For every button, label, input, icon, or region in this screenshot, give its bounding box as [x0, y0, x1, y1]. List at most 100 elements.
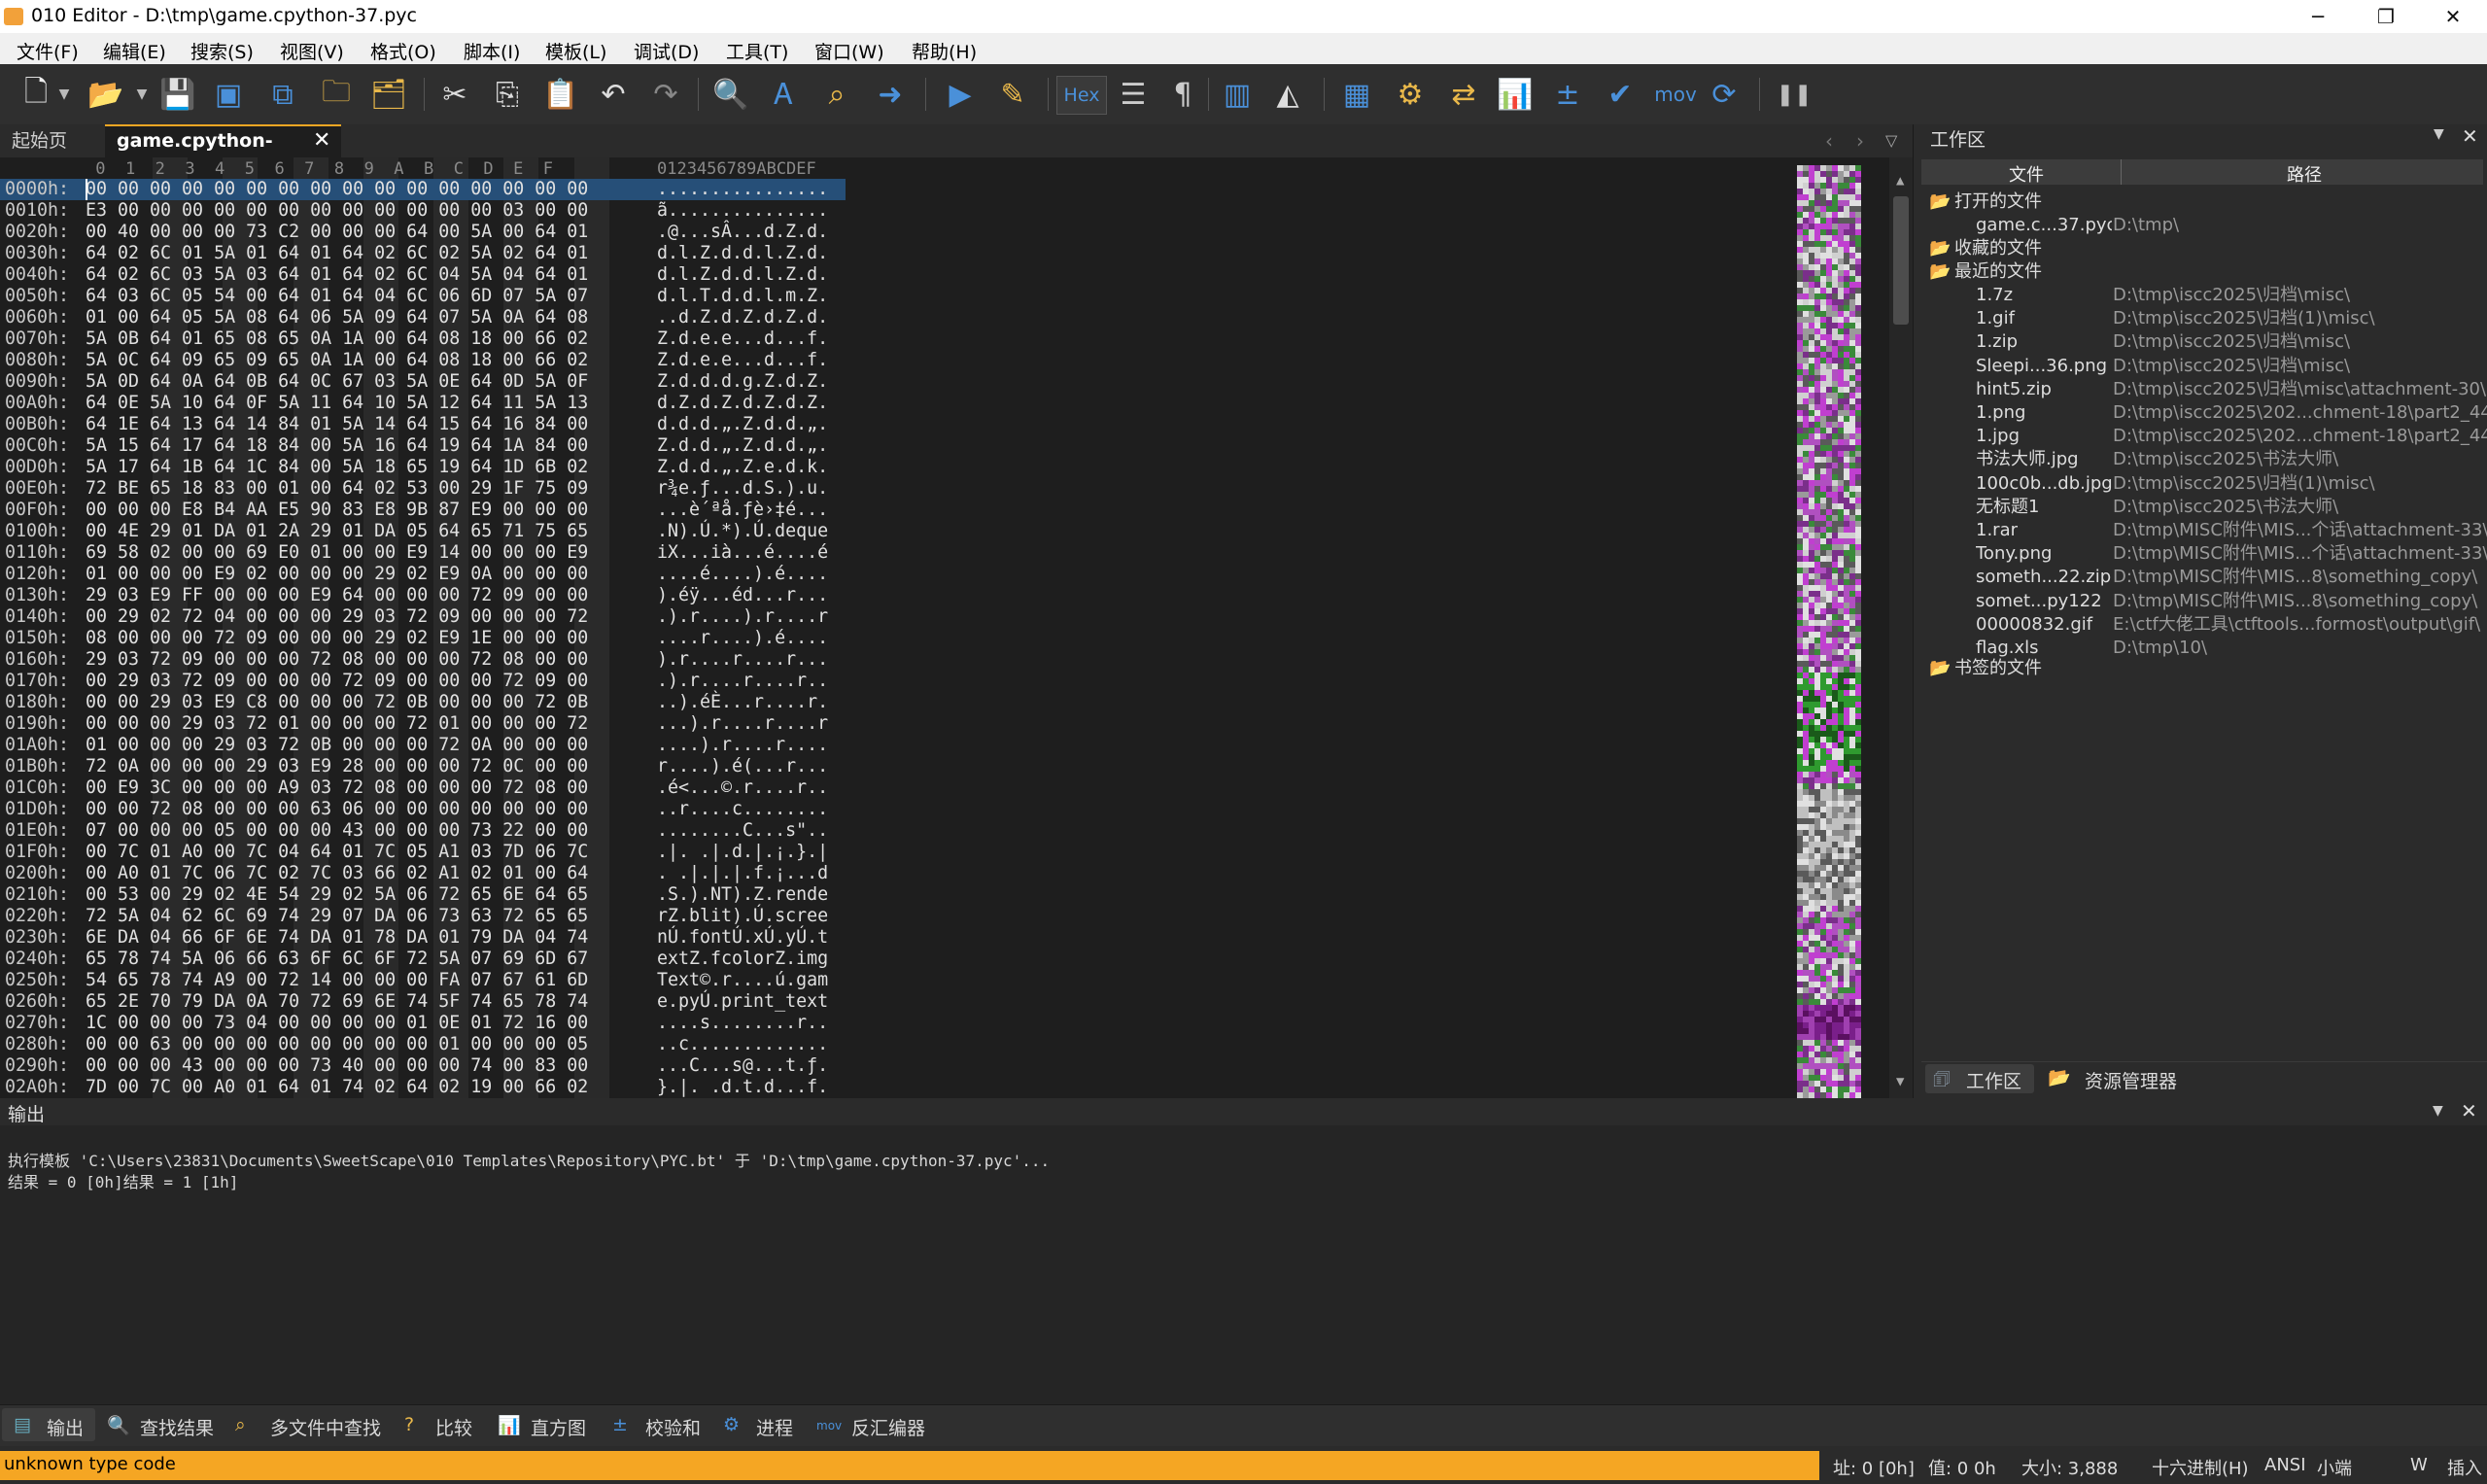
menu-help[interactable]: 帮助(H): [912, 38, 977, 64]
row-hex-bytes[interactable]: 00 4E 29 01 DA 01 2A 29 01 DA 05 64 65 7…: [86, 521, 588, 542]
hex-row[interactable]: 0270h: 1C 00 00 00 73 04 00 00 00 00 01 0…: [0, 1013, 875, 1034]
tab-game-pyc[interactable]: game.cpython-37.pyc ✕: [105, 124, 341, 185]
row-ascii[interactable]: ã...............: [657, 200, 828, 222]
row-ascii[interactable]: ....r....).é....: [657, 628, 828, 649]
row-ascii[interactable]: d.l.Z.d.d.l.Z.d.: [657, 264, 828, 286]
goto-icon[interactable]: ➜: [872, 76, 909, 113]
row-hex-bytes[interactable]: E3 00 00 00 00 00 00 00 00 00 00 00 00 0…: [86, 200, 588, 222]
tab-list-icon[interactable]: ▽: [1885, 124, 1897, 157]
row-hex-bytes[interactable]: 1C 00 00 00 73 04 00 00 00 00 01 0E 01 7…: [86, 1013, 588, 1034]
row-ascii[interactable]: .é<...©.r....r..: [657, 777, 828, 799]
scroll-up-icon[interactable]: ▲: [1896, 173, 1904, 189]
hex-row[interactable]: 0220h: 72 5A 04 62 6C 69 74 29 07 DA 06 7…: [0, 906, 875, 927]
row-ascii[interactable]: Z.d.d.„.Z.e.d.k.: [657, 457, 828, 478]
row-ascii[interactable]: .N).Ú.*).Ú.deque: [657, 521, 828, 542]
hex-row[interactable]: 0150h: 08 00 00 00 72 09 00 00 00 29 02 E…: [0, 628, 875, 649]
hex-row[interactable]: 01C0h: 00 E9 3C 00 00 00 A9 03 72 08 00 0…: [0, 777, 875, 799]
row-ascii[interactable]: . .|.|.|.f.¡...d: [657, 863, 828, 884]
new-file-icon[interactable]: 🗋: [17, 75, 54, 113]
open-file-icon[interactable]: 📂: [87, 76, 124, 113]
row-hex-bytes[interactable]: 72 BE 65 18 83 00 01 00 64 02 53 00 29 1…: [86, 478, 588, 500]
replace-icon[interactable]: Ꭺ: [766, 76, 803, 113]
recent-file-item[interactable]: 1.rar: [1976, 519, 2112, 542]
group-favorites[interactable]: 收藏的文件: [1954, 237, 2042, 260]
row-hex-bytes[interactable]: 01 00 00 00 29 03 72 0B 00 00 00 72 0A 0…: [86, 735, 588, 756]
hex-row[interactable]: 0050h: 64 03 6C 05 54 00 64 01 64 04 6C 0…: [0, 286, 875, 307]
row-ascii[interactable]: ........C...s"..: [657, 820, 828, 842]
paste-icon[interactable]: 📋: [542, 76, 579, 113]
row-ascii[interactable]: ).r....r....r...: [657, 649, 828, 671]
recent-file-item[interactable]: 1.jpg: [1976, 425, 2112, 448]
hex-row[interactable]: 0160h: 29 03 72 09 00 00 00 72 08 00 00 0…: [0, 649, 875, 671]
hex-row[interactable]: 01D0h: 00 00 72 08 00 00 00 63 06 00 00 0…: [0, 799, 875, 820]
row-ascii[interactable]: d.l.Z.d.d.l.Z.d.: [657, 243, 828, 264]
recent-file-item[interactable]: 1.gif: [1976, 307, 2112, 330]
group-bookmarks[interactable]: 书签的文件: [1954, 657, 2042, 680]
group-open[interactable]: 打开的文件: [1954, 190, 2042, 214]
calculator-icon[interactable]: ▦: [1338, 76, 1375, 113]
menu-format[interactable]: 格式(O): [370, 38, 436, 64]
scrollbar-thumb[interactable]: [1893, 196, 1909, 325]
hex-row[interactable]: 0110h: 69 58 02 00 00 69 E0 01 00 00 E9 1…: [0, 542, 875, 564]
tab-output[interactable]: 输出: [47, 1414, 84, 1440]
pause-icon[interactable]: ❚❚: [1776, 76, 1813, 113]
row-ascii[interactable]: e.pyÚ.print_text: [657, 991, 828, 1013]
row-hex-bytes[interactable]: 64 02 6C 03 5A 03 64 01 64 02 6C 04 5A 0…: [86, 264, 588, 286]
hex-row[interactable]: 01E0h: 07 00 00 00 05 00 00 00 43 00 00 0…: [0, 820, 875, 842]
save-all-icon[interactable]: ⧉: [264, 76, 301, 113]
row-hex-bytes[interactable]: 29 03 E9 FF 00 00 00 E9 64 00 00 00 72 0…: [86, 585, 588, 606]
row-hex-bytes[interactable]: 00 00 00 00 00 00 00 00 00 00 00 00 00 0…: [86, 179, 588, 200]
find-icon[interactable]: 🔍: [712, 76, 749, 113]
hex-row[interactable]: 0260h: 65 2E 70 79 DA 0A 70 72 69 6E 74 5…: [0, 991, 875, 1013]
open-dropdown-icon[interactable]: ▼: [130, 76, 154, 113]
hex-row[interactable]: 0190h: 00 00 00 29 03 72 01 00 00 00 72 0…: [0, 713, 875, 735]
row-hex-bytes[interactable]: 00 53 00 29 02 4E 54 29 02 5A 06 72 65 6…: [86, 884, 588, 906]
hex-row[interactable]: 0010h: E3 00 00 00 00 00 00 00 00 00 00 0…: [0, 200, 875, 222]
recent-file-item[interactable]: 书法大师.jpg: [1976, 448, 2112, 471]
tab-workspace[interactable]: 🗊 工作区: [1925, 1064, 2034, 1093]
status-endian[interactable]: 小端: [2317, 1455, 2352, 1480]
tab-find-in-files[interactable]: 多文件中查找: [270, 1414, 381, 1440]
row-ascii[interactable]: iX...ià...é....é: [657, 542, 828, 564]
row-ascii[interactable]: d.l.T.d.d.l.m.Z.: [657, 286, 828, 307]
hex-editor[interactable]: 0 1 2 3 4 5 6 7 8 9 A B C D E F 01234567…: [0, 157, 1913, 1098]
row-hex-bytes[interactable]: 5A 0B 64 01 65 08 65 0A 1A 00 64 08 18 0…: [86, 328, 588, 350]
row-hex-bytes[interactable]: 00 A0 01 7C 06 7C 02 7C 03 66 02 A1 02 0…: [86, 863, 588, 884]
recent-file-item[interactable]: 1.zip: [1976, 330, 2112, 354]
row-hex-bytes[interactable]: 6E DA 04 66 6F 6E 74 DA 01 78 DA 01 79 D…: [86, 927, 588, 949]
open-folder-icon[interactable]: 🗀: [318, 75, 355, 113]
hex-row[interactable]: 0100h: 00 4E 29 01 DA 01 2A 29 01 DA 05 6…: [0, 521, 875, 542]
hex-row[interactable]: 0090h: 5A 0D 64 0A 64 0B 64 0C 67 03 5A 0…: [0, 371, 875, 393]
menu-tools[interactable]: 工具(T): [726, 38, 788, 64]
row-hex-bytes[interactable]: 00 40 00 00 00 73 C2 00 00 00 64 00 5A 0…: [86, 222, 588, 243]
run-template-icon[interactable]: ▶: [942, 76, 979, 113]
row-hex-bytes[interactable]: 5A 0C 64 09 65 09 65 0A 1A 00 64 08 18 0…: [86, 350, 588, 371]
panel-menu-icon[interactable]: ▼: [2434, 126, 2444, 142]
row-ascii[interactable]: r¾e.ƒ...d.S.).u.: [657, 478, 828, 500]
row-hex-bytes[interactable]: 00 29 02 72 04 00 00 00 29 03 72 09 00 0…: [86, 606, 588, 628]
copy-icon[interactable]: ⎘: [489, 76, 526, 113]
row-hex-bytes[interactable]: 00 7C 01 A0 00 7C 04 64 01 7C 05 A1 03 7…: [86, 842, 588, 863]
recent-file-item[interactable]: 100c0b...db.jpg: [1976, 472, 2112, 496]
row-ascii[interactable]: ).éÿ...éd...r...: [657, 585, 828, 606]
highlight-icon[interactable]: ◭: [1269, 76, 1306, 113]
hex-row[interactable]: 00E0h: 72 BE 65 18 83 00 01 00 64 02 53 0…: [0, 478, 875, 500]
row-hex-bytes[interactable]: 54 65 78 74 A9 00 72 14 00 00 00 FA 07 6…: [86, 970, 588, 991]
row-ascii[interactable]: ................: [657, 179, 828, 200]
undo-icon[interactable]: ↶: [595, 76, 632, 113]
row-hex-bytes[interactable]: 7D 00 7C 00 A0 01 64 01 74 02 64 02 19 0…: [86, 1077, 588, 1098]
hex-row[interactable]: 0290h: 00 00 00 43 00 00 00 73 40 00 00 0…: [0, 1055, 875, 1077]
row-ascii[interactable]: }.|. .d.t.d...f.: [657, 1077, 828, 1098]
row-ascii[interactable]: .).r....).r....r: [657, 606, 828, 628]
tab-disassembler[interactable]: 反汇编器: [851, 1414, 925, 1440]
scroll-down-icon[interactable]: ▼: [1896, 1074, 1904, 1089]
menu-search[interactable]: 搜索(S): [190, 38, 254, 64]
row-hex-bytes[interactable]: 00 00 63 00 00 00 00 00 00 00 00 01 00 0…: [86, 1034, 588, 1055]
histogram-icon[interactable]: 📊: [1497, 76, 1534, 113]
row-ascii[interactable]: r....).é(...r...: [657, 756, 828, 777]
row-ascii[interactable]: ...).r....r....r: [657, 713, 828, 735]
menu-edit[interactable]: 编辑(E): [103, 38, 166, 64]
row-hex-bytes[interactable]: 07 00 00 00 05 00 00 00 43 00 00 00 73 2…: [86, 820, 588, 842]
run-script-icon[interactable]: ✎: [994, 76, 1031, 113]
save-icon[interactable]: 💾: [159, 76, 196, 113]
